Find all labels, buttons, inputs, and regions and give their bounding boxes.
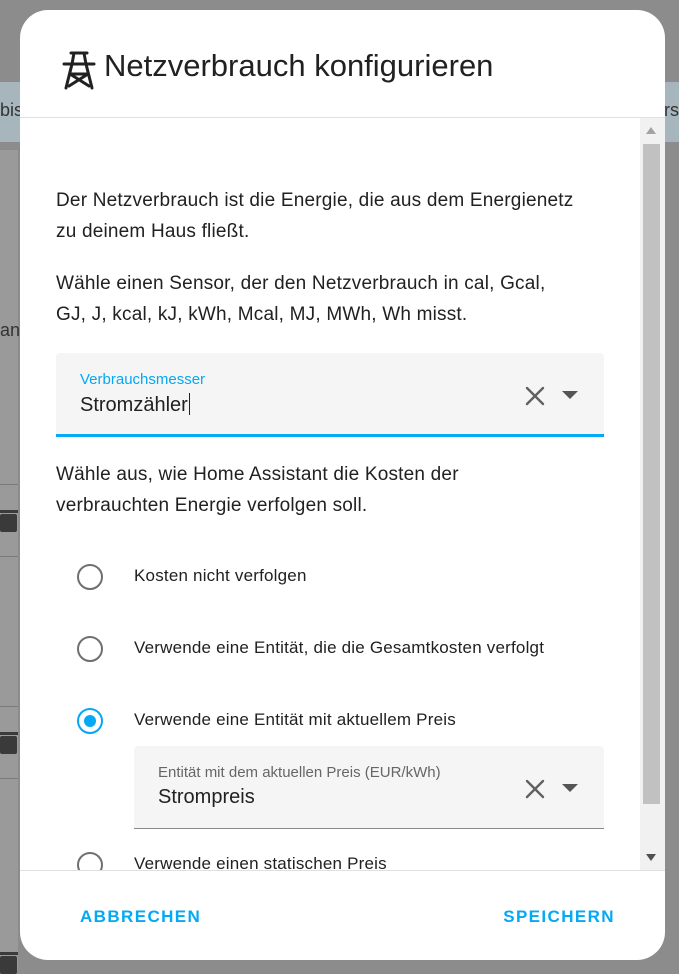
price-entity-label: Entität mit dem aktuellen Preis (EUR/kWh… xyxy=(158,764,441,781)
price-entity-field[interactable]: Entität mit dem aktuellen Preis (EUR/kWh… xyxy=(134,746,604,829)
consumption-meter-field[interactable]: Verbrauchsmesser Stromzähler xyxy=(56,353,604,437)
radio-label-no-cost-tracking[interactable]: Kosten nicht verfolgen xyxy=(134,566,307,586)
price-entity-value[interactable]: Strompreis xyxy=(158,786,255,809)
background-text-right: rs xyxy=(664,100,679,120)
cancel-button[interactable]: ABBRECHEN xyxy=(80,907,201,927)
radio-current-price-entity[interactable] xyxy=(77,708,103,734)
radio-label-static-price[interactable]: Verwende einen statischen Preis xyxy=(134,854,387,870)
radio-no-cost-tracking[interactable] xyxy=(77,564,103,590)
transmission-tower-icon xyxy=(62,51,96,90)
sensor-help-text: Wähle einen Sensor, der den Netzverbrauc… xyxy=(56,273,546,325)
dialog-footer: ABBRECHEN SPEICHERN xyxy=(20,870,665,960)
save-button[interactable]: SPEICHERN xyxy=(503,907,615,927)
dropdown-arrow-icon[interactable] xyxy=(562,391,578,399)
radio-label-total-cost-entity[interactable]: Verwende eine Entität, die die Gesamtkos… xyxy=(134,638,544,658)
dialog-header: Netzverbrauch konfigurieren xyxy=(20,10,665,118)
consumption-meter-value[interactable]: Stromzähler xyxy=(80,393,190,417)
radio-label-current-price-entity[interactable]: Verwende eine Entität mit aktuellem Prei… xyxy=(134,710,456,730)
background-divider xyxy=(0,484,18,485)
trash-icon xyxy=(0,510,18,532)
dropdown-arrow-icon[interactable] xyxy=(562,784,578,792)
trash-icon xyxy=(0,732,18,754)
clear-icon[interactable] xyxy=(524,385,546,407)
background-divider xyxy=(0,706,18,707)
consumption-meter-label: Verbrauchsmesser xyxy=(80,371,206,388)
scroll-up-arrow-icon[interactable] xyxy=(646,127,656,134)
trash-icon xyxy=(0,952,18,974)
scroll-down-arrow-icon[interactable] xyxy=(646,854,656,861)
cost-help-text: Wähle aus, wie Home Assistant die Kosten… xyxy=(56,464,459,516)
dialog-title: Netzverbrauch konfigurieren xyxy=(104,48,494,83)
scrollbar[interactable] xyxy=(640,118,665,870)
intro-text: Der Netzverbrauch ist die Energie, die a… xyxy=(56,190,574,242)
radio-static-price[interactable] xyxy=(77,852,103,870)
text-cursor xyxy=(188,393,190,415)
scrollbar-thumb[interactable] xyxy=(643,144,660,804)
dialog-content: Der Netzverbrauch ist die Energie, die a… xyxy=(20,118,640,870)
clear-icon[interactable] xyxy=(524,778,546,800)
background-divider xyxy=(0,778,18,779)
radio-total-cost-entity[interactable] xyxy=(77,636,103,662)
background-card xyxy=(0,150,18,970)
background-divider xyxy=(0,556,18,557)
configure-grid-consumption-dialog: Netzverbrauch konfigurieren Der Netzverb… xyxy=(20,10,665,960)
